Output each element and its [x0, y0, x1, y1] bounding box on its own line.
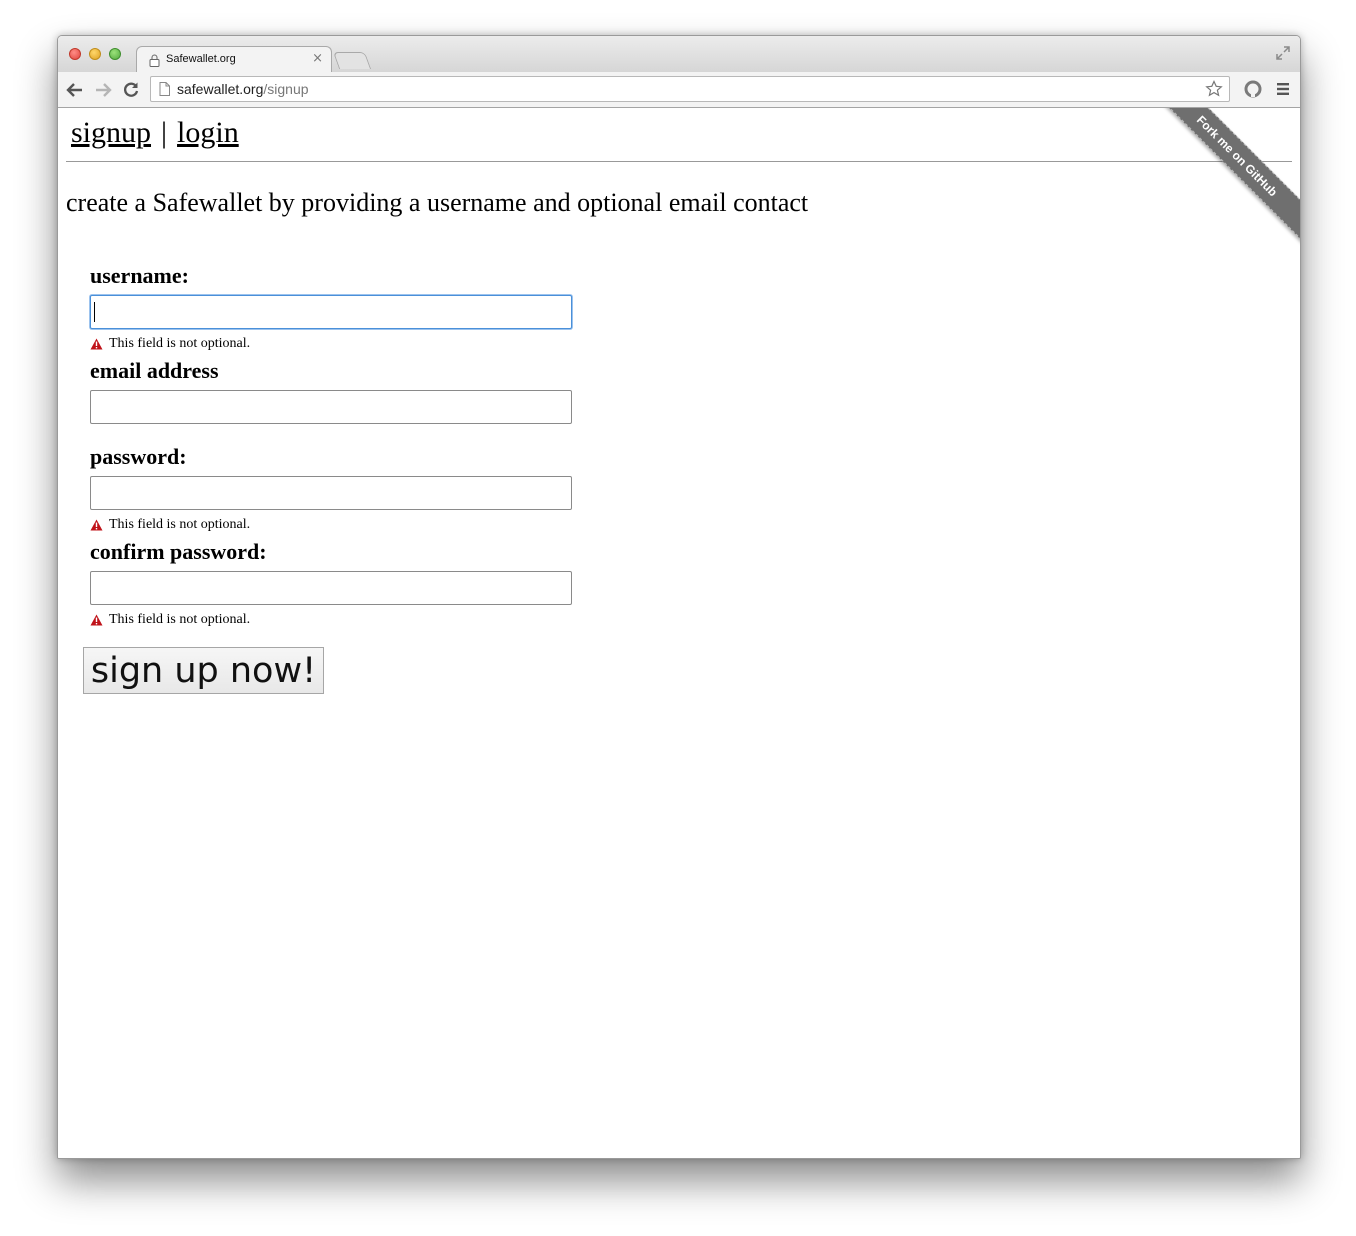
- username-input[interactable]: [90, 295, 572, 329]
- confirm-password-label: confirm password:: [90, 539, 267, 564]
- github-ribbon-container: Fork me on GitHub: [1150, 108, 1300, 258]
- sign-up-button[interactable]: sign up now!: [83, 647, 324, 694]
- close-window-button[interactable]: [69, 48, 81, 60]
- nav-separator: |: [161, 116, 168, 149]
- browser-toolbar: safewallet.org/signup: [58, 72, 1300, 108]
- confirm-password-error-text: This field is not optional.: [109, 612, 251, 627]
- reload-icon[interactable]: [122, 81, 140, 99]
- url-host: safewallet.org: [177, 81, 264, 97]
- username-error-text: This field is not optional.: [109, 336, 251, 351]
- warning-icon: [90, 519, 103, 531]
- password-error: This field is not optional.: [90, 517, 590, 533]
- password-error-text: This field is not optional.: [109, 517, 251, 532]
- browser-window: Safewallet.org × safewallet.org/signup s…: [57, 35, 1301, 1159]
- fullscreen-icon[interactable]: [1276, 46, 1290, 60]
- maximize-window-button[interactable]: [109, 48, 121, 60]
- password-label: password:: [90, 444, 187, 469]
- email-input[interactable]: [90, 390, 572, 424]
- page-intro: create a Safewallet by providing a usern…: [66, 188, 809, 217]
- text-caret: [94, 302, 95, 322]
- lock-favicon-icon: [149, 54, 160, 67]
- header-divider: [66, 161, 1292, 162]
- top-nav: signup | login: [71, 116, 239, 150]
- confirm-password-error: This field is not optional.: [90, 612, 590, 628]
- tab-title: Safewallet.org: [166, 53, 236, 65]
- bookmark-star-icon[interactable]: [1205, 80, 1223, 98]
- back-arrow-icon[interactable]: [66, 81, 84, 99]
- minimize-window-button[interactable]: [89, 48, 101, 60]
- new-tab-button[interactable]: [332, 52, 372, 69]
- warning-icon: [90, 614, 103, 626]
- tab-close-icon[interactable]: ×: [312, 51, 323, 66]
- signup-form: username: This field is not optional. em…: [90, 263, 590, 628]
- menu-icon[interactable]: [1276, 82, 1290, 96]
- login-link[interactable]: login: [177, 116, 239, 149]
- url-path: /signup: [263, 81, 309, 97]
- warning-icon: [90, 338, 103, 350]
- email-label: email address: [90, 358, 219, 383]
- username-label: username:: [90, 263, 189, 288]
- url-text: safewallet.org/signup: [177, 81, 309, 97]
- title-bar: Safewallet.org ×: [58, 36, 1300, 73]
- password-input[interactable]: [90, 476, 572, 510]
- confirm-password-input[interactable]: [90, 571, 572, 605]
- page-viewport: signup | login Fork me on GitHub create a …: [58, 108, 1300, 1158]
- signup-link[interactable]: signup: [71, 116, 151, 149]
- fork-me-ribbon[interactable]: Fork me on GitHub: [1150, 108, 1300, 248]
- browser-tab[interactable]: Safewallet.org ×: [136, 46, 332, 73]
- forward-arrow-icon[interactable]: [94, 81, 112, 99]
- username-error: This field is not optional.: [90, 336, 590, 352]
- extension-icon[interactable]: [1244, 80, 1262, 98]
- address-bar[interactable]: safewallet.org/signup: [150, 76, 1230, 102]
- page-icon: [159, 82, 170, 96]
